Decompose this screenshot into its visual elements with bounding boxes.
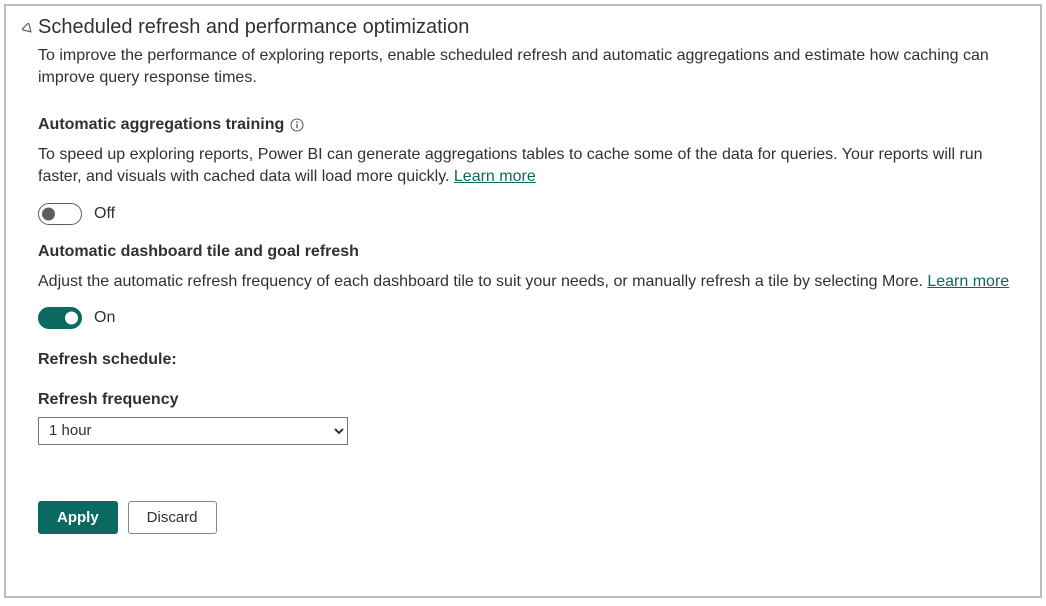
button-row: Apply Discard bbox=[38, 501, 1024, 534]
dashboard-refresh-toggle-label: On bbox=[94, 309, 115, 327]
section-description: To improve the performance of exploring … bbox=[38, 45, 1024, 90]
dashboard-refresh-title: Automatic dashboard tile and goal refres… bbox=[38, 243, 359, 261]
aggregations-toggle[interactable] bbox=[38, 203, 82, 225]
dashboard-refresh-toggle[interactable] bbox=[38, 307, 82, 329]
aggregations-description: To speed up exploring reports, Power BI … bbox=[38, 144, 1024, 189]
settings-panel: Scheduled refresh and performance optimi… bbox=[4, 4, 1042, 598]
expand-collapse-icon[interactable] bbox=[22, 22, 34, 34]
aggregations-title-text: Automatic aggregations training bbox=[38, 116, 284, 134]
aggregations-toggle-label: Off bbox=[94, 205, 115, 223]
dashboard-refresh-section: Automatic dashboard tile and goal refres… bbox=[38, 243, 1024, 445]
dashboard-refresh-description: Adjust the automatic refresh frequency o… bbox=[38, 271, 1024, 293]
automatic-aggregations-title: Automatic aggregations training bbox=[38, 116, 304, 134]
apply-button[interactable]: Apply bbox=[38, 501, 118, 534]
discard-button[interactable]: Discard bbox=[128, 501, 217, 534]
dashboard-refresh-toggle-row: On bbox=[38, 307, 1024, 329]
refresh-frequency-label: Refresh frequency bbox=[38, 391, 1024, 409]
section-title: Scheduled refresh and performance optimi… bbox=[38, 16, 469, 39]
refresh-frequency-select[interactable]: 1 hour bbox=[38, 417, 348, 445]
section-header[interactable]: Scheduled refresh and performance optimi… bbox=[22, 16, 1024, 39]
dashboard-refresh-description-text: Adjust the automatic refresh frequency o… bbox=[38, 273, 927, 290]
aggregations-toggle-row: Off bbox=[38, 203, 1024, 225]
refresh-schedule-label: Refresh schedule: bbox=[38, 351, 1024, 369]
aggregations-learn-more-link[interactable]: Learn more bbox=[454, 168, 536, 185]
dashboard-refresh-learn-more-link[interactable]: Learn more bbox=[927, 273, 1009, 290]
info-icon[interactable] bbox=[290, 118, 304, 132]
automatic-aggregations-section: Automatic aggregations training To speed… bbox=[38, 116, 1024, 225]
